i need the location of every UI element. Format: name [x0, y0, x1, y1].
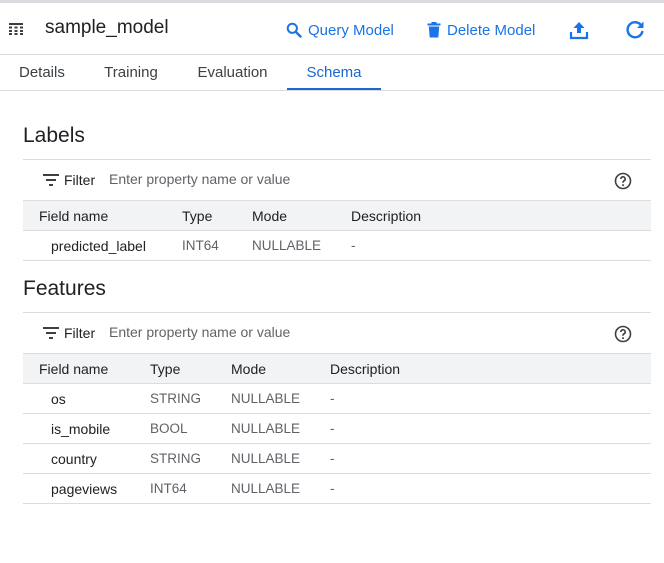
tab-training[interactable]: Training	[104, 55, 158, 90]
trash-icon	[427, 22, 441, 38]
description-cell: -	[330, 383, 651, 414]
filter-icon	[43, 327, 59, 339]
query-model-button[interactable]: Query Model	[286, 18, 394, 42]
column-header[interactable]: Description	[351, 200, 651, 231]
delete-model-label: Delete Model	[447, 21, 536, 39]
features-filter-input[interactable]	[109, 321, 529, 343]
refresh-icon[interactable]	[623, 18, 647, 42]
type-cell: INT64	[182, 230, 252, 261]
model-icon	[9, 23, 23, 35]
features-heading: Features	[23, 277, 106, 300]
labels-filter-bar: Filter	[23, 159, 651, 200]
export-icon[interactable]	[567, 18, 591, 42]
tab-evaluation[interactable]: Evaluation	[197, 55, 268, 90]
type-cell: STRING	[150, 383, 231, 414]
query-model-label: Query Model	[308, 21, 394, 39]
tab-schema[interactable]: Schema	[287, 55, 381, 90]
table-row: predicted_label INT64 NULLABLE -	[23, 230, 651, 261]
column-header[interactable]: Mode	[231, 353, 330, 384]
mode-cell: NULLABLE	[231, 413, 330, 444]
column-header[interactable]: Type	[150, 353, 231, 384]
mode-cell: NULLABLE	[231, 383, 330, 414]
table-row: pageviews INT64 NULLABLE -	[23, 473, 651, 504]
type-cell: STRING	[150, 443, 231, 474]
column-header[interactable]: Type	[182, 200, 252, 231]
column-header[interactable]: Description	[330, 353, 651, 384]
description-cell: -	[330, 443, 651, 474]
field-name-cell: pageviews	[23, 473, 150, 504]
table-header-row: Field name Type Mode Description	[23, 200, 651, 231]
help-icon[interactable]	[614, 325, 632, 343]
filter-icon	[43, 174, 59, 186]
description-cell: -	[330, 473, 651, 504]
table-row: country STRING NULLABLE -	[23, 443, 651, 474]
table-header-row: Field name Type Mode Description	[23, 353, 651, 384]
description-cell: -	[351, 230, 651, 261]
labels-table: Field name Type Mode Description predict…	[23, 200, 651, 261]
field-name-cell: predicted_label	[23, 230, 182, 261]
column-header[interactable]: Field name	[23, 200, 182, 231]
description-cell: -	[330, 413, 651, 444]
field-name-cell: country	[23, 443, 150, 474]
model-header: sample_model Query Model Delete Model	[0, 3, 664, 55]
tab-bar: Details Training Evaluation Schema	[0, 55, 664, 91]
labels-filter-input[interactable]	[109, 168, 529, 190]
page-title: sample_model	[45, 17, 169, 38]
filter-label: Filter	[64, 172, 96, 188]
table-row: is_mobile BOOL NULLABLE -	[23, 413, 651, 444]
type-cell: INT64	[150, 473, 231, 504]
delete-model-button[interactable]: Delete Model	[427, 18, 535, 42]
mode-cell: NULLABLE	[231, 443, 330, 474]
labels-heading: Labels	[23, 124, 85, 147]
tab-details[interactable]: Details	[19, 55, 65, 90]
mode-cell: NULLABLE	[231, 473, 330, 504]
features-filter-bar: Filter	[23, 312, 651, 353]
column-header[interactable]: Field name	[23, 353, 150, 384]
field-name-cell: is_mobile	[23, 413, 150, 444]
column-header[interactable]: Mode	[252, 200, 351, 231]
help-icon[interactable]	[614, 172, 632, 190]
filter-label: Filter	[64, 325, 96, 341]
type-cell: BOOL	[150, 413, 231, 444]
search-icon	[286, 22, 302, 38]
mode-cell: NULLABLE	[252, 230, 351, 261]
field-name-cell: os	[23, 383, 150, 414]
table-row: os STRING NULLABLE -	[23, 383, 651, 414]
features-table: Field name Type Mode Description os STRI…	[23, 353, 651, 504]
